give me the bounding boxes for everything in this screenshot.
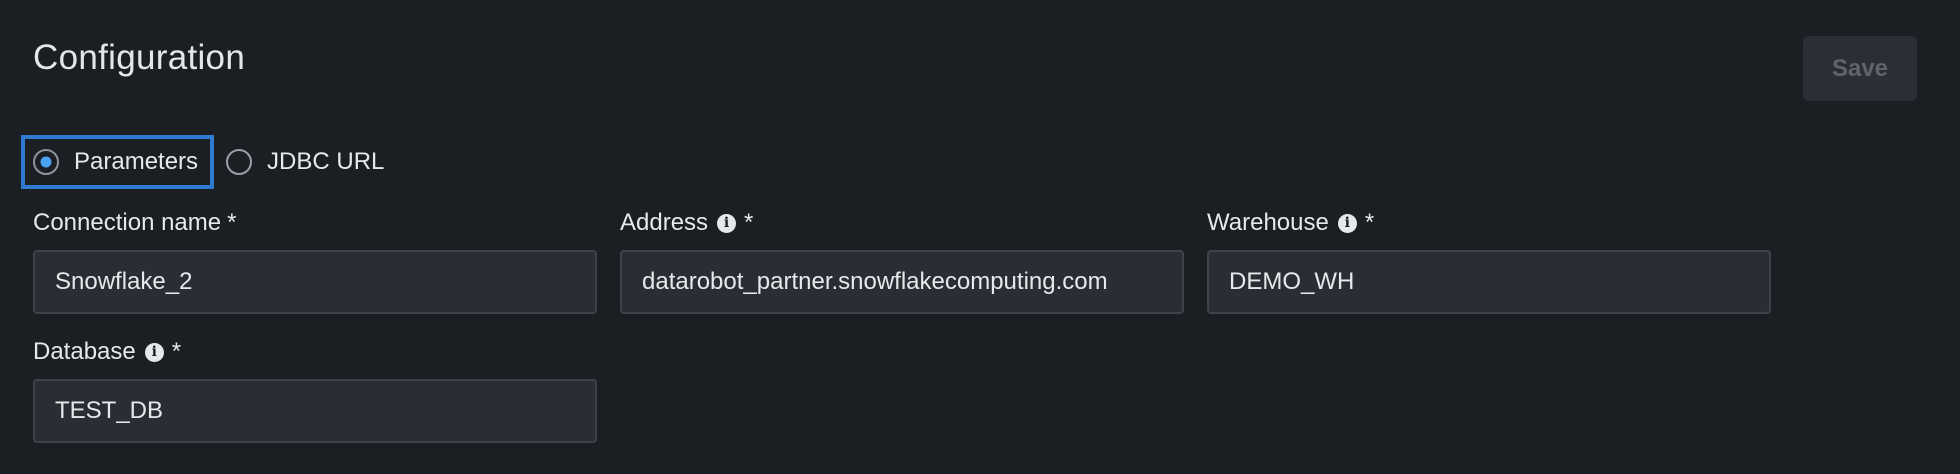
connection-name-label-text: Connection name (33, 209, 222, 236)
page-title: Configuration (33, 38, 246, 77)
radio-label-parameters: Parameters (74, 148, 199, 175)
warehouse-label-text: Warehouse (1207, 209, 1329, 236)
radio-option-parameters[interactable]: Parameters (21, 135, 215, 189)
database-field: Database i * (33, 337, 597, 443)
required-marker: * (1364, 209, 1375, 236)
address-input[interactable] (620, 250, 1184, 314)
required-marker: * (227, 209, 237, 236)
connection-name-label: Connection name * (33, 208, 597, 238)
radio-label-jdbc-url: JDBC URL (267, 148, 385, 175)
save-button[interactable]: Save (1803, 36, 1917, 101)
required-marker: * (171, 338, 182, 365)
connection-mode-radio-group: Parameters JDBC URL (21, 135, 384, 189)
required-marker: * (744, 209, 754, 236)
radio-option-jdbc-url[interactable]: JDBC URL (214, 135, 384, 189)
warehouse-label: Warehouse i * (1207, 208, 1771, 238)
database-label-text: Database (33, 338, 136, 365)
address-label-text: Address (620, 209, 709, 236)
radio-button-unchecked[interactable] (226, 149, 253, 175)
database-label: Database i * (33, 337, 597, 367)
info-icon[interactable]: i (144, 342, 164, 362)
address-field: Address i * (620, 208, 1184, 314)
info-icon[interactable]: i (717, 213, 737, 233)
radio-button-checked[interactable] (33, 149, 59, 175)
connection-name-input[interactable] (33, 250, 597, 314)
info-icon[interactable]: i (1337, 213, 1357, 233)
warehouse-input[interactable] (1207, 250, 1771, 314)
connection-name-field: Connection name * (33, 208, 597, 314)
address-label: Address i * (620, 208, 1184, 238)
warehouse-field: Warehouse i * (1207, 208, 1771, 314)
database-input[interactable] (33, 379, 597, 443)
